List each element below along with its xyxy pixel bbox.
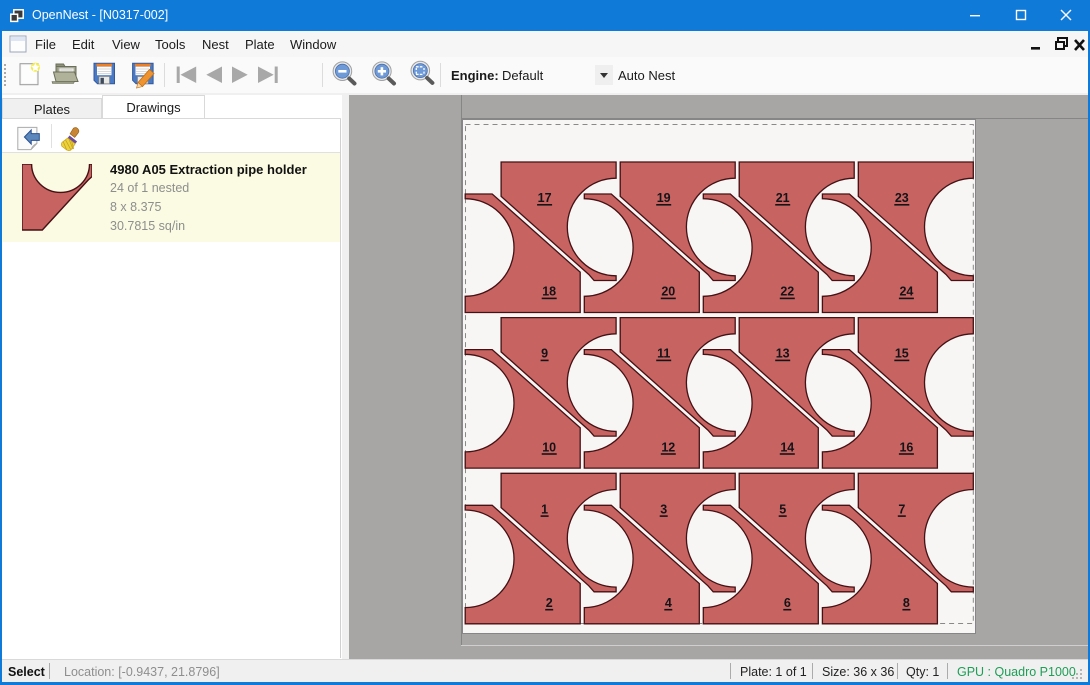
svg-text:16: 16 — [899, 440, 913, 454]
svg-text:5: 5 — [779, 502, 786, 516]
svg-text:7: 7 — [898, 502, 905, 516]
svg-text:18: 18 — [542, 285, 556, 299]
svg-text:13: 13 — [776, 347, 790, 361]
svg-text:3: 3 — [660, 502, 667, 516]
svg-text:11: 11 — [657, 347, 670, 361]
svg-text:24: 24 — [899, 285, 913, 299]
svg-text:19: 19 — [657, 191, 671, 205]
svg-text:20: 20 — [661, 285, 675, 299]
svg-text:1: 1 — [541, 502, 548, 516]
svg-text:14: 14 — [780, 440, 794, 454]
svg-text:17: 17 — [538, 191, 552, 205]
svg-text:12: 12 — [661, 440, 675, 454]
svg-text:2: 2 — [546, 596, 553, 610]
svg-text:21: 21 — [776, 191, 790, 205]
svg-text:10: 10 — [542, 440, 556, 454]
svg-text:6: 6 — [784, 596, 791, 610]
svg-text:15: 15 — [895, 347, 909, 361]
svg-text:4: 4 — [665, 596, 672, 610]
svg-text:8: 8 — [903, 596, 910, 610]
svg-text:23: 23 — [895, 191, 909, 205]
svg-text:22: 22 — [780, 285, 794, 299]
svg-text:9: 9 — [541, 347, 548, 361]
